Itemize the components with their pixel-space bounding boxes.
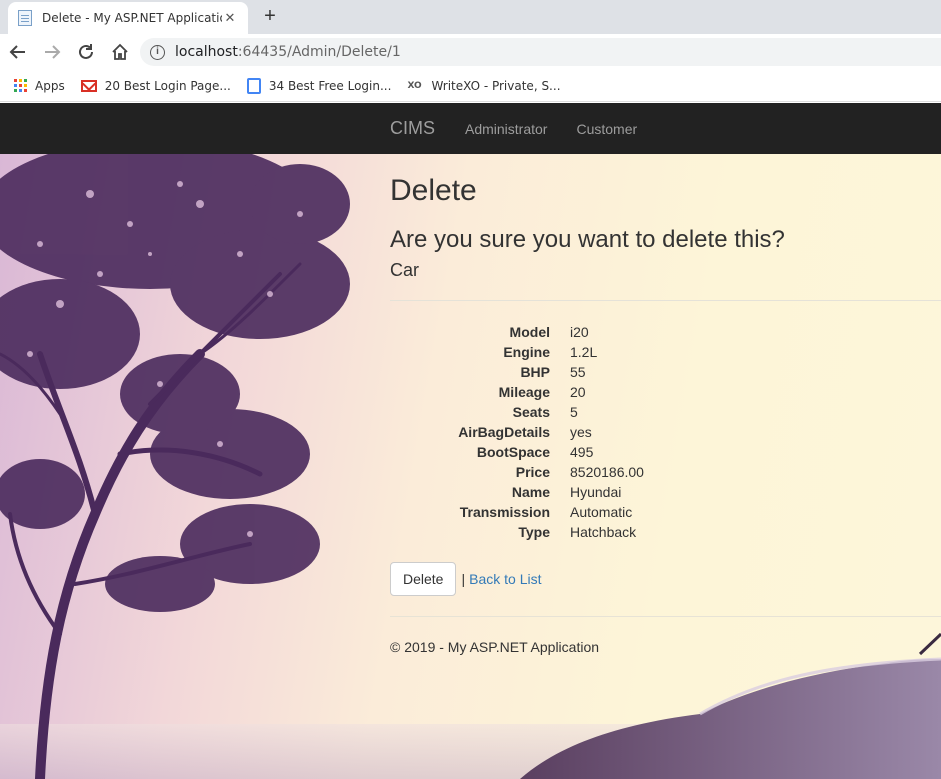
forward-arrow-icon[interactable] xyxy=(36,36,68,68)
bookmarks-bar: Apps 20 Best Login Page... 34 Best Free … xyxy=(0,70,941,102)
xo-icon: XO xyxy=(407,80,422,91)
bookmark-label: 20 Best Login Page... xyxy=(104,78,231,93)
detail-label: Model xyxy=(509,324,550,340)
browser-tab-strip: Delete - My ASP.NET Application ✕ + xyxy=(0,0,941,34)
detail-row-airbag: AirBagDetails yes xyxy=(390,422,941,442)
detail-value: 5 xyxy=(570,404,578,420)
footer-text: © 2019 - My ASP.NET Application xyxy=(390,639,600,655)
tab-title: Delete - My ASP.NET Application xyxy=(42,11,222,25)
url-path: :64435/Admin/Delete/1 xyxy=(237,44,401,60)
detail-row-model: Model i20 xyxy=(390,322,941,342)
detail-row-engine: Engine 1.2L xyxy=(390,342,941,362)
entity-heading: Car xyxy=(390,260,420,280)
apps-grid-icon xyxy=(14,79,27,92)
bookmark-writexo[interactable]: XO WriteXO - Private, S... xyxy=(407,79,560,93)
detail-label: AirBagDetails xyxy=(458,424,550,440)
detail-value: 8520186.00 xyxy=(570,464,644,480)
address-bar[interactable]: i localhost:64435/Admin/Delete/1 xyxy=(140,38,941,66)
detail-label: Transmission xyxy=(459,504,550,520)
detail-label: Engine xyxy=(503,344,550,360)
page-icon xyxy=(18,10,32,26)
home-icon[interactable] xyxy=(104,36,136,68)
separator: | xyxy=(461,571,466,587)
detail-label: Price xyxy=(515,464,550,480)
bookmark-label: Apps xyxy=(35,78,65,93)
reload-icon[interactable] xyxy=(70,36,102,68)
nav-customer[interactable]: Customer xyxy=(576,121,637,137)
detail-value: 1.2L xyxy=(570,344,598,360)
detail-row-price: Price 8520186.00 xyxy=(390,462,941,482)
detail-label: BHP xyxy=(520,364,550,380)
detail-value: yes xyxy=(570,424,592,440)
new-tab-button[interactable]: + xyxy=(258,5,282,29)
back-arrow-icon[interactable] xyxy=(2,36,34,68)
detail-row-seats: Seats 5 xyxy=(390,402,941,422)
doc-icon xyxy=(246,77,261,94)
info-icon[interactable]: i xyxy=(150,44,165,60)
detail-value: Automatic xyxy=(570,504,633,520)
brand-link[interactable]: CIMS xyxy=(390,118,435,139)
detail-label: Seats xyxy=(512,404,550,420)
page-body: Delete Are you sure you want to delete t… xyxy=(0,154,941,779)
bookmark-free-login[interactable]: 34 Best Free Login... xyxy=(246,77,392,94)
bookmark-label: WriteXO - Private, S... xyxy=(431,78,561,93)
site-navbar: CIMS Administrator Customer xyxy=(0,103,941,154)
delete-button[interactable]: Delete xyxy=(390,562,457,596)
detail-label: BootSpace xyxy=(476,444,550,460)
detail-value: 495 xyxy=(570,444,594,460)
confirm-heading: Are you sure you want to delete this? xyxy=(390,226,785,253)
detail-value: i20 xyxy=(570,324,589,340)
browser-tab[interactable]: Delete - My ASP.NET Application ✕ xyxy=(8,2,248,34)
details-list: Model i20 Engine 1.2L BHP 55 Mileage 20 Seat… xyxy=(390,322,941,542)
detail-row-bootspace: BootSpace 495 xyxy=(390,442,941,462)
bookmark-apps[interactable]: Apps xyxy=(14,79,65,93)
divider xyxy=(390,300,941,301)
browser-toolbar: i localhost:64435/Admin/Delete/1 xyxy=(0,34,941,70)
detail-value: 55 xyxy=(570,364,586,380)
detail-label: Mileage xyxy=(498,384,550,400)
detail-row-transmission: Transmission Automatic xyxy=(390,502,941,522)
detail-value: 20 xyxy=(570,384,586,400)
close-icon[interactable]: ✕ xyxy=(222,10,238,26)
detail-row-name: Name Hyundai xyxy=(390,482,941,502)
url-host: localhost xyxy=(175,44,238,60)
detail-label: Type xyxy=(518,524,550,540)
detail-row-bhp: BHP 55 xyxy=(390,362,941,382)
back-to-list-link[interactable]: Back to List xyxy=(469,571,541,587)
bookmark-login-page[interactable]: 20 Best Login Page... xyxy=(80,78,231,93)
detail-value: Hyundai xyxy=(570,484,622,500)
page-title: Delete xyxy=(390,174,477,207)
detail-value: Hatchback xyxy=(570,524,637,540)
detail-row-mileage: Mileage 20 xyxy=(390,382,941,402)
footer-divider xyxy=(390,616,941,617)
form-actions: Delete | Back to List xyxy=(390,562,541,596)
gmail-icon xyxy=(80,79,97,92)
nav-administrator[interactable]: Administrator xyxy=(465,121,547,137)
detail-label: Name xyxy=(511,484,550,500)
bookmark-label: 34 Best Free Login... xyxy=(268,78,392,93)
detail-row-type: Type Hatchback xyxy=(390,522,941,542)
